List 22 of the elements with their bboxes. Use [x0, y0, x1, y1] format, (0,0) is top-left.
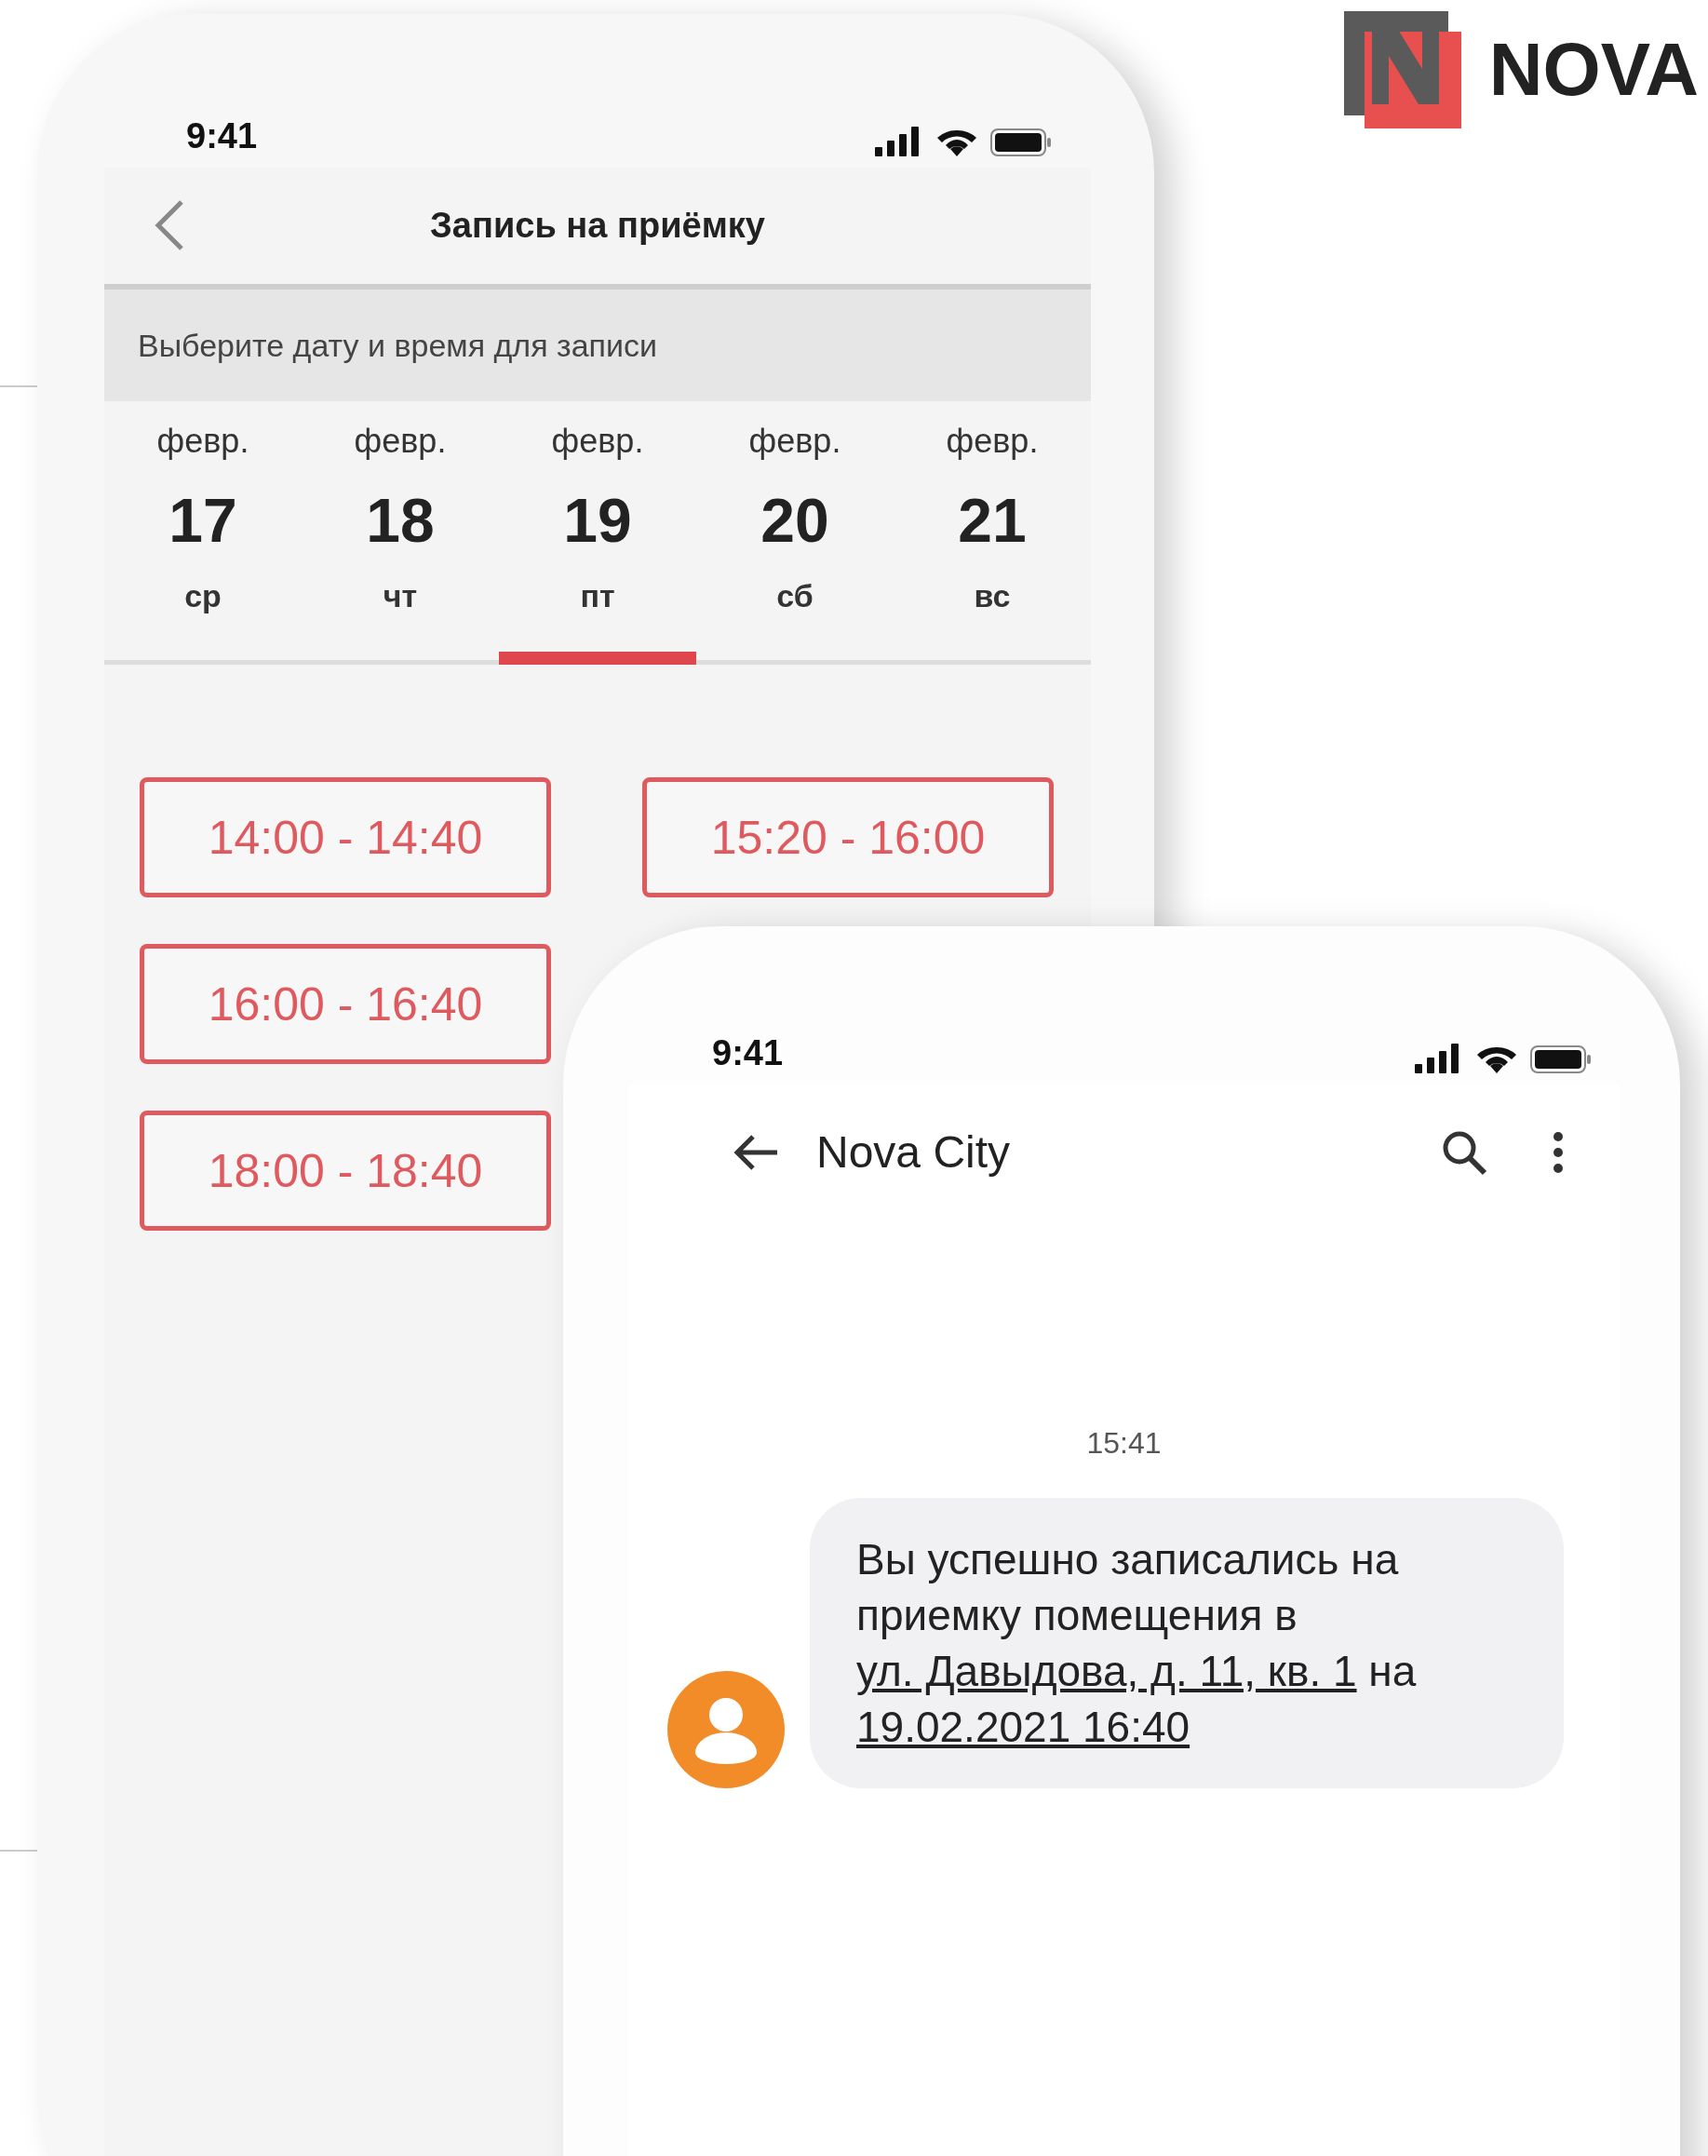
message-timestamp: 15:41 — [1085, 1426, 1163, 1461]
avatar-icon — [667, 1671, 785, 1788]
back-arrow-icon[interactable] — [733, 1132, 779, 1172]
message-link[interactable]: 19.02.2021 16:40 — [856, 1703, 1190, 1751]
logo-icon — [1343, 11, 1461, 128]
logo-text: NOVA — [1488, 27, 1699, 113]
date-tab[interactable]: февр. 19 пт — [499, 401, 696, 665]
date-tab[interactable]: февр. 20 сб — [696, 401, 894, 665]
status-time: 9:41 — [712, 1033, 784, 1073]
date-tab[interactable]: февр. 21 вс — [894, 401, 1091, 665]
screen-title: Запись на приёмку — [430, 206, 765, 246]
message-bubble: Вы успешно записались на приемку помещения в ул. Давыдова, д. 11, кв. 1 на 19.02.2021 16:40 — [810, 1498, 1564, 1788]
battery-icon — [990, 128, 1052, 156]
back-icon[interactable] — [154, 199, 185, 251]
date-tab[interactable]: февр. 17 ср — [104, 401, 302, 665]
chat-title: Nova City — [816, 1126, 1012, 1178]
date-tab[interactable]: февр. 18 чт — [302, 401, 499, 665]
prompt-banner: Выберите дату и время для записи — [104, 284, 1091, 401]
status-time: 9:41 — [186, 116, 258, 156]
message-link[interactable]: ул. Давыдова, д. 11, кв. 1 — [856, 1647, 1357, 1695]
battery-icon — [1530, 1045, 1592, 1073]
more-menu-icon[interactable] — [1553, 1130, 1564, 1174]
